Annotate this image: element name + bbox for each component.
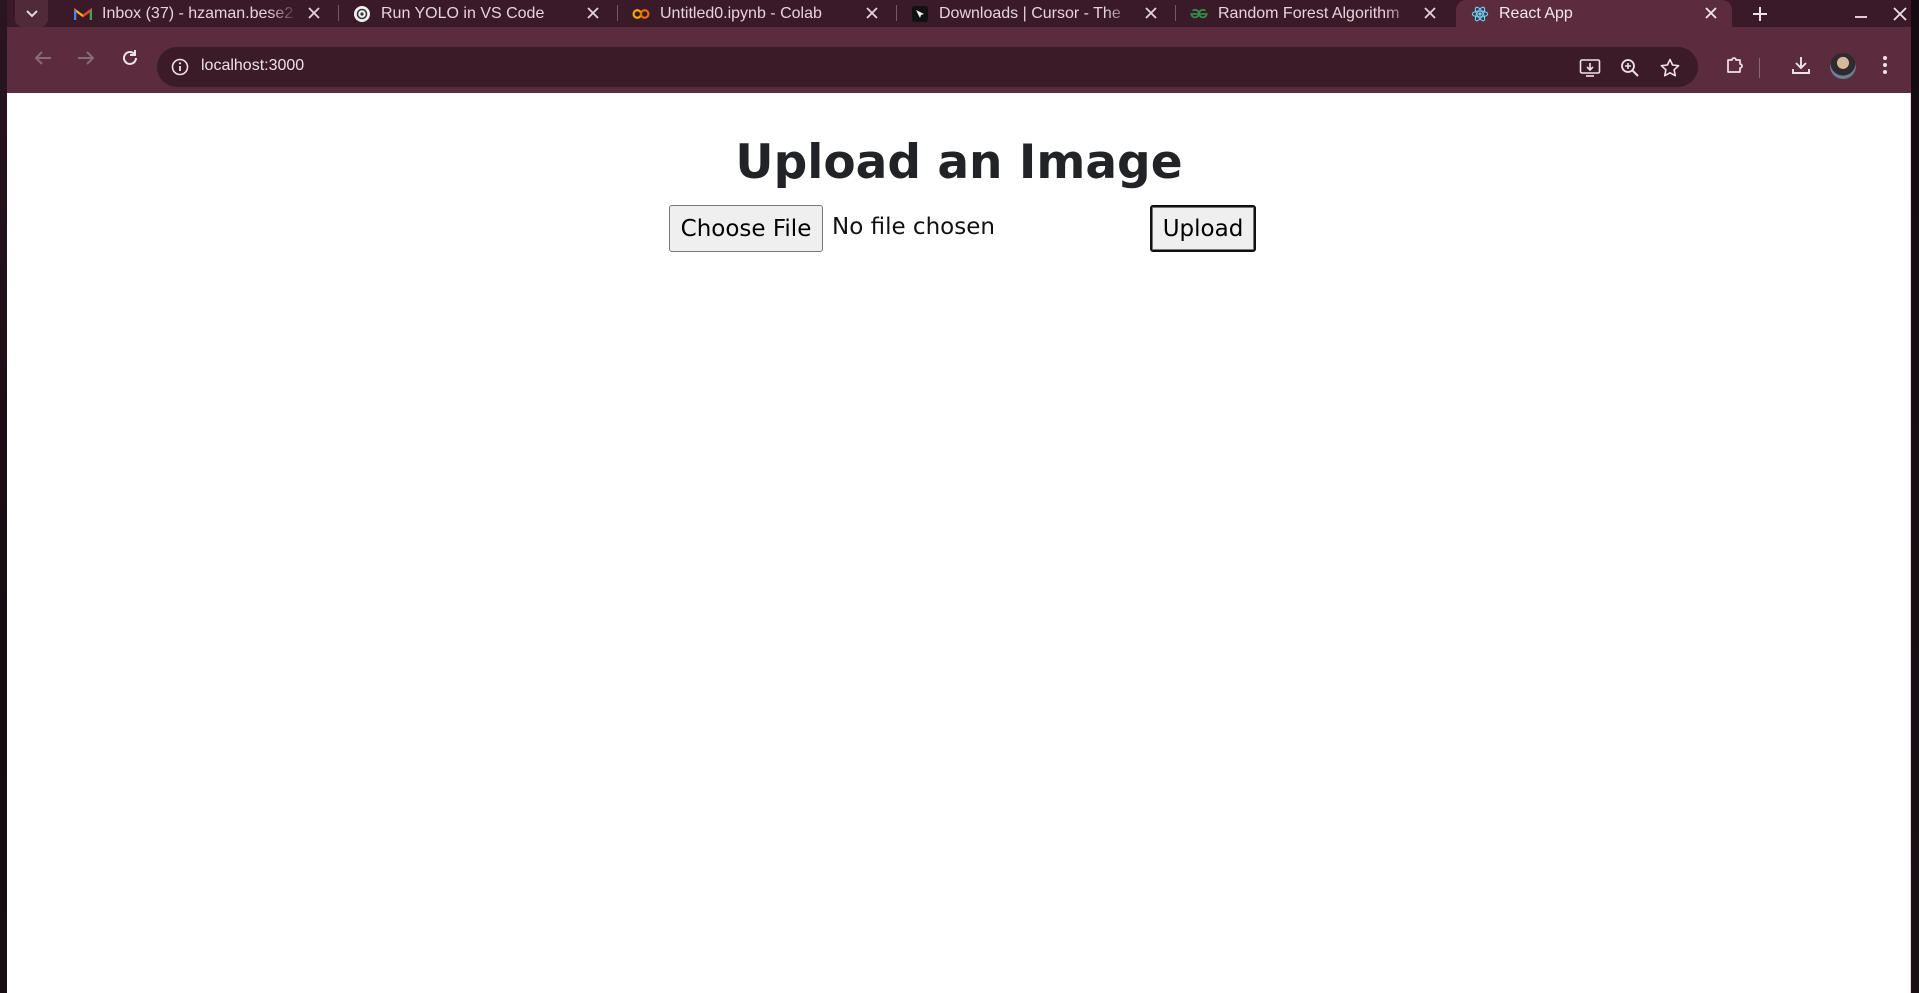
browser-menu-button[interactable] (1868, 48, 1902, 82)
file-status-text: No file chosen (832, 214, 995, 240)
profile-avatar[interactable] (1830, 53, 1856, 79)
minimize-icon (1855, 15, 1867, 18)
arrow-right-icon (78, 51, 95, 65)
tab-strip: Inbox (37) - hzaman.bese2 Run YOLO in VS… (7, 0, 1911, 27)
tab-random-forest[interactable]: Random Forest Algorithm (1175, 0, 1451, 27)
bookmark-star-icon[interactable] (1656, 54, 1684, 82)
tab-title: Run YOLO in VS Code (381, 4, 545, 22)
scrollbar-edge (1910, 93, 1911, 993)
zoom-icon[interactable] (1616, 54, 1644, 82)
colab-icon (632, 5, 650, 23)
arrow-left-icon (34, 51, 51, 65)
browser-toolbar: localhost:3000 (7, 27, 1911, 93)
browser-window: Inbox (37) - hzaman.bese2 Run YOLO in VS… (7, 0, 1911, 993)
site-info-icon[interactable] (167, 54, 193, 80)
minimize-button[interactable] (1844, 0, 1878, 27)
plus-icon (1753, 7, 1767, 21)
downloads-button[interactable] (1784, 48, 1818, 82)
reload-icon (123, 50, 137, 65)
tab-title: Inbox (37) - hzaman.bese2 (102, 4, 294, 22)
address-bar[interactable]: localhost:3000 (157, 47, 1698, 87)
close-icon[interactable] (863, 4, 881, 22)
toolbar-divider (1759, 58, 1760, 78)
install-app-icon[interactable] (1576, 54, 1604, 82)
more-vertical-icon (1883, 56, 1887, 74)
back-button[interactable] (26, 41, 60, 75)
new-tab-button[interactable] (1747, 1, 1773, 27)
page-title: Upload an Image (735, 135, 1183, 190)
close-icon[interactable] (305, 4, 323, 22)
cursor-icon (911, 5, 929, 23)
reload-button[interactable] (113, 41, 147, 75)
page-content: Upload an Image Choose File No file chos… (7, 93, 1911, 993)
close-icon[interactable] (584, 4, 602, 22)
download-icon (1792, 57, 1810, 74)
tab-title: Random Forest Algorithm (1218, 4, 1400, 22)
tab-react-app[interactable]: React App (1456, 0, 1732, 27)
forward-button[interactable] (69, 41, 103, 75)
tab-cursor[interactable]: Downloads | Cursor - The (896, 0, 1172, 27)
gmail-icon (74, 5, 92, 23)
close-window-button[interactable] (1883, 0, 1917, 27)
close-icon[interactable] (1421, 4, 1439, 22)
close-icon[interactable] (1702, 4, 1720, 22)
tab-gmail[interactable]: Inbox (37) - hzaman.bese2 (59, 0, 335, 27)
upload-button[interactable]: Upload (1150, 205, 1256, 252)
tab-search-button[interactable] (15, 0, 48, 27)
tab-title: Downloads | Cursor - The (939, 4, 1121, 22)
extensions-button[interactable] (1718, 48, 1752, 82)
address-text: localhost:3000 (201, 57, 305, 74)
choose-file-button[interactable]: Choose File (669, 205, 823, 252)
geeksforgeeks-icon (1190, 5, 1208, 23)
tab-colab[interactable]: Untitled0.ipynb - Colab (617, 0, 893, 27)
puzzle-icon (1727, 57, 1743, 73)
close-icon[interactable] (1142, 4, 1160, 22)
openai-icon (353, 5, 371, 23)
close-icon (1893, 6, 1907, 21)
tab-run-yolo[interactable]: Run YOLO in VS Code (338, 0, 614, 27)
chevron-down-icon (25, 9, 38, 17)
react-icon (1471, 5, 1489, 23)
tab-title: React App (1499, 4, 1573, 22)
tab-title: Untitled0.ipynb - Colab (660, 4, 822, 22)
